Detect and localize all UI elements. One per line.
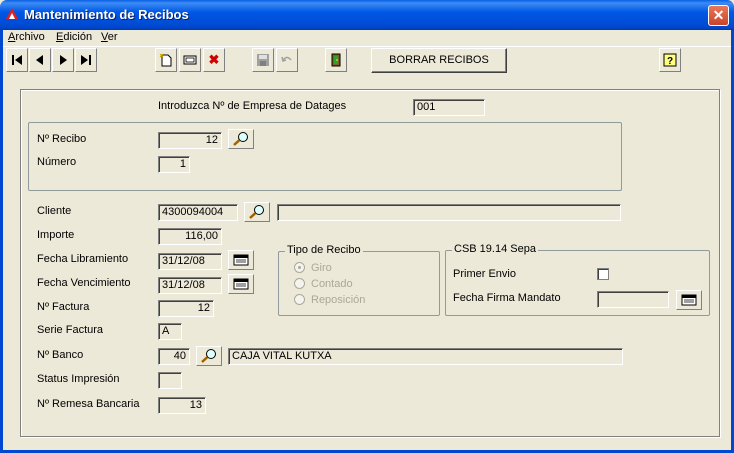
factura-field[interactable]: 12 [158,300,214,317]
cliente-name-field[interactable] [277,204,621,221]
radio-reposicion[interactable] [294,294,305,305]
svg-text:?: ? [667,56,673,67]
banco-search-button[interactable] [196,346,222,366]
fecha-vencimiento-label: Fecha Vencimiento [37,277,131,289]
fecha-libramiento-calendar-button[interactable] [228,250,254,270]
recibo-search-button[interactable] [228,129,254,149]
borrar-recibos-button[interactable]: BORRAR RECIBOS [371,48,507,73]
fecha-firma-field[interactable] [597,291,669,308]
calendar-icon [681,294,697,306]
calendar-icon [233,254,249,266]
fecha-vencimiento-calendar-button[interactable] [228,274,254,294]
menu-ver-rest: er [107,31,118,43]
empresa-field[interactable]: 001 [413,99,485,116]
fecha-firma-label: Fecha Firma Mandato [453,292,561,304]
help-icon: ? [663,53,677,67]
empresa-label: Introduzca Nº de Empresa de Datages [158,100,347,112]
new-document-icon [159,53,172,67]
radio-giro[interactable] [294,262,305,273]
last-icon [81,55,91,65]
next-record-button[interactable] [52,48,74,72]
recibo-label: Nº Recibo [37,133,87,145]
numero-field[interactable]: 1 [158,156,190,173]
menu-ver-accel: V [101,31,108,43]
banco-code-field[interactable]: 40 [158,348,190,365]
app-icon [6,8,18,19]
undo-icon [281,56,292,62]
last-record-button[interactable] [75,48,97,72]
remesa-field[interactable]: 13 [158,397,206,414]
menu-archivo-rest: rchivo [15,31,45,43]
banco-name-field[interactable]: CAJA VITAL KUTXA [228,348,623,365]
factura-label: Nº Factura [37,301,90,313]
calendar-icon [233,278,249,290]
banco-label: Nº Banco [37,349,84,361]
radio-giro-label: Giro [311,262,332,274]
first-icon [12,55,22,65]
delete-record-button[interactable]: ✖ [203,48,225,72]
radio-contado-label: Contado [311,278,353,290]
tipo-recibo-legend: Tipo de Recibo [285,244,363,256]
importe-label: Importe [37,229,75,241]
menu-edicion-rest: dición [63,31,93,43]
prev-record-button[interactable] [29,48,51,72]
serie-field[interactable]: A [158,323,182,340]
search-icon [233,132,248,146]
menu-archivo[interactable]: Archivo [8,31,45,43]
edit-record-button[interactable] [179,48,201,72]
recibo-field[interactable]: 12 [158,132,222,149]
status-label: Status Impresión [37,373,120,385]
fecha-vencimiento-field[interactable]: 31/12/08 [158,277,222,294]
window-frame-left [0,30,3,453]
sepa-group [445,250,710,316]
save-button[interactable] [252,48,274,72]
exit-button[interactable] [325,48,347,72]
cliente-search-button[interactable] [244,202,270,222]
undo-button[interactable] [276,48,298,72]
cliente-code-field[interactable]: 4300094004 [158,204,238,221]
fecha-libramiento-label: Fecha Libramiento [37,253,129,265]
help-button[interactable]: ? [659,48,681,72]
radio-reposicion-label: Reposición [311,294,366,306]
search-icon [201,349,216,363]
first-record-button[interactable] [6,48,28,72]
exit-door-icon [331,53,341,67]
menu-edicion[interactable]: Edición [56,31,92,43]
serie-label: Serie Factura [37,324,104,336]
delete-icon: ✖ [208,52,220,67]
fecha-libramiento-field[interactable]: 31/12/08 [158,253,222,270]
cliente-label: Cliente [37,205,72,217]
primer-envio-label: Primer Envio [453,268,516,280]
primer-envio-checkbox[interactable] [597,268,609,280]
save-icon [257,54,269,66]
sepa-legend: CSB 19.14 Sepa [452,243,538,255]
window-title: Mantenimiento de Recibos [24,7,189,22]
menu-ver[interactable]: Ver [101,31,118,43]
recibo-group [28,122,622,191]
toolbar-separator [3,46,731,47]
importe-field[interactable]: 116,00 [158,228,222,245]
new-record-button[interactable] [155,48,177,72]
status-field[interactable] [158,372,182,389]
radio-contado[interactable] [294,278,305,289]
fecha-firma-calendar-button[interactable] [676,290,702,310]
next-icon [60,55,67,65]
search-icon [249,205,264,219]
remesa-label: Nº Remesa Bancaria [37,398,140,410]
prev-icon [36,55,43,65]
numero-label: Número [37,156,77,168]
close-button[interactable]: ✕ [708,5,729,26]
edit-icon [183,55,197,65]
